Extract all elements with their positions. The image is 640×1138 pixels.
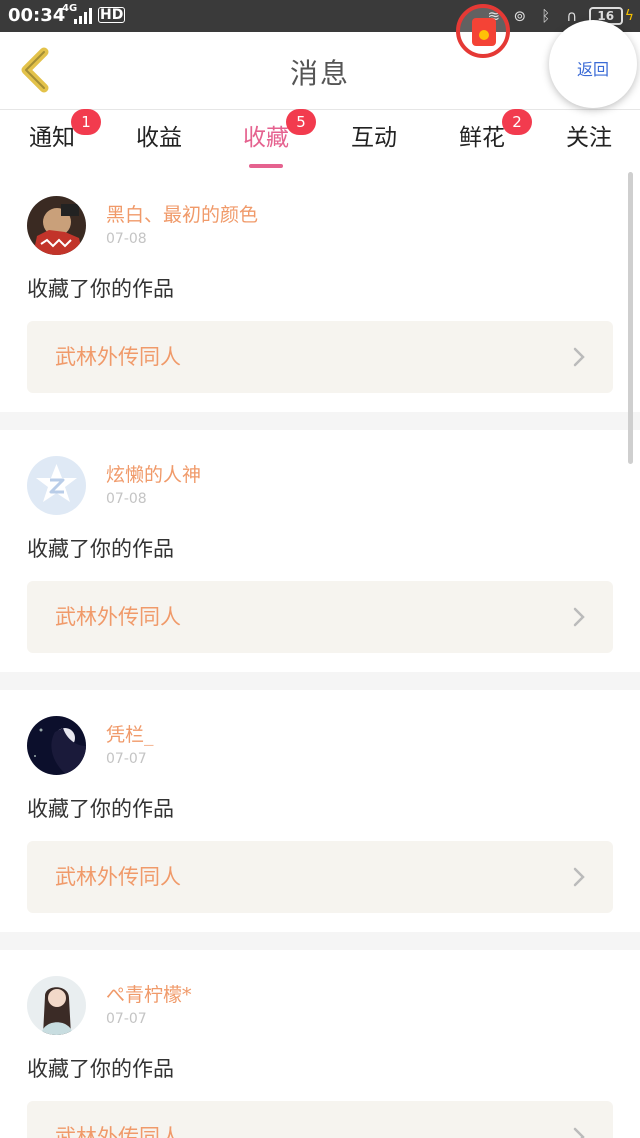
unread-badge: 2 (502, 109, 532, 135)
message-date: 07-07 (106, 751, 147, 767)
chevron-right-icon (573, 1127, 585, 1138)
charging-icon: ϟ (624, 8, 634, 24)
work-title: 武林外传同人 (55, 345, 181, 369)
tab-bar: 通知 1 收益 收藏 5 互动 鲜花 2 关注 (0, 109, 640, 170)
scrollbar[interactable] (628, 172, 633, 464)
chevron-right-icon (573, 607, 585, 627)
tab-label: 收藏 (243, 125, 289, 151)
tab-label: 鲜花 (459, 125, 505, 151)
return-button[interactable]: 返回 (549, 20, 637, 108)
work-link[interactable]: 武林外传同人 (27, 321, 613, 393)
username[interactable]: 凭栏_ (106, 720, 154, 747)
username[interactable]: 炫懒的人神 (106, 460, 201, 487)
avatar[interactable] (27, 976, 86, 1035)
message-date: 07-08 (106, 231, 147, 247)
bluetooth-icon: ᛒ (541, 7, 551, 25)
avatar[interactable] (27, 196, 86, 255)
hd-indicator: HD (98, 7, 126, 23)
unread-badge: 5 (286, 109, 316, 135)
tab-label: 通知 (29, 125, 75, 151)
work-link[interactable]: 武林外传同人 (27, 1101, 613, 1138)
list-item: 黑白、最初的颜色 07-08 收藏了你的作品 武林外传同人 (0, 170, 640, 412)
red-packet-icon[interactable] (456, 4, 510, 58)
tab-flowers[interactable]: 鲜花 2 (442, 109, 532, 164)
work-link[interactable]: 武林外传同人 (27, 841, 613, 913)
tab-favorites[interactable]: 收藏 5 (226, 109, 316, 168)
tab-label: 互动 (351, 125, 397, 151)
username[interactable]: ぺ青柠檬* (106, 980, 192, 1007)
return-label: 返回 (576, 60, 609, 79)
tab-label: 收益 (136, 125, 182, 151)
chevron-right-icon (573, 867, 585, 887)
work-title: 武林外传同人 (55, 1125, 181, 1138)
rotation-lock-icon: ⊚ (513, 7, 527, 25)
list-item: ぺ青柠檬* 07-07 收藏了你的作品 武林外传同人 (0, 950, 640, 1138)
status-time: 00:34 (8, 5, 66, 26)
tab-label: 关注 (566, 125, 612, 151)
tab-follow[interactable]: 关注 (549, 118, 629, 164)
work-title: 武林外传同人 (55, 865, 181, 889)
page-title: 消息 (289, 57, 350, 90)
avatar[interactable] (27, 716, 86, 775)
unread-badge: 1 (71, 109, 101, 135)
avatar[interactable] (27, 456, 86, 515)
tab-interaction[interactable]: 互动 (334, 118, 414, 164)
message-date: 07-07 (106, 1011, 147, 1027)
chevron-right-icon (573, 347, 585, 367)
tab-notification[interactable]: 通知 1 (12, 109, 101, 164)
active-tab-indicator (249, 164, 283, 168)
work-link[interactable]: 武林外传同人 (27, 581, 613, 653)
tab-earnings[interactable]: 收益 (119, 118, 199, 164)
status-bar: 00:34 4G HD ≋ ⊚ ᛒ ∩ 16 ϟ (0, 0, 640, 32)
list-item: 凭栏_ 07-07 收藏了你的作品 武林外传同人 (0, 690, 640, 932)
list-item: 炫懒的人神 07-08 收藏了你的作品 武林外传同人 (0, 430, 640, 672)
message-text: 收藏了你的作品 (27, 1057, 174, 1081)
username[interactable]: 黑白、最初的颜色 (106, 200, 258, 227)
message-text: 收藏了你的作品 (27, 797, 174, 821)
message-text: 收藏了你的作品 (27, 537, 174, 561)
work-title: 武林外传同人 (55, 605, 181, 629)
message-date: 07-08 (106, 491, 147, 507)
navigation-header: 消息 返回 (0, 20, 640, 110)
signal-icon (74, 8, 92, 24)
message-text: 收藏了你的作品 (27, 277, 174, 301)
